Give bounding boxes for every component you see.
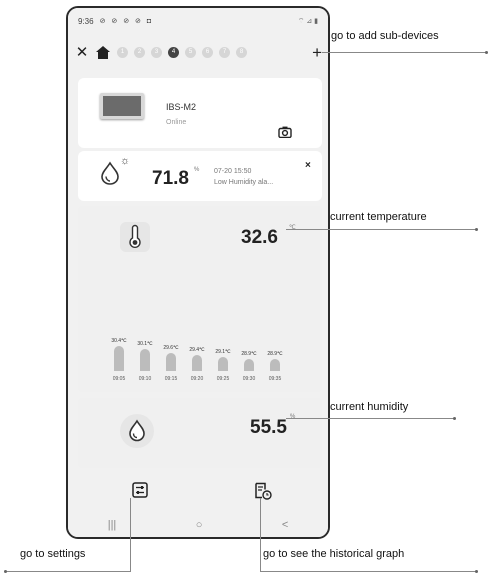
bar-time-label: 09:25 bbox=[216, 376, 230, 382]
device-tab-5[interactable]: 5 bbox=[185, 46, 196, 58]
humidity-drop-icon bbox=[100, 161, 120, 190]
temperature-bar-group: 28.9℃ 09:30 bbox=[236, 334, 262, 382]
temperature-bar-group: 28.9℃ 09:35 bbox=[262, 334, 288, 382]
camera-icon[interactable] bbox=[278, 125, 292, 143]
device-tab-1[interactable]: 1 bbox=[117, 46, 128, 58]
bar-time-label: 09:30 bbox=[242, 376, 256, 382]
device-name: IBS-M2 bbox=[166, 102, 197, 112]
phone-screen: 9:36 ⊘ ⊘ ⊘ ⊘ ◘ ⌔ ⊿ ▮ ✕ 12345678 + IBS-M2… bbox=[66, 6, 330, 539]
bar-value-label: 29.1℃ bbox=[215, 349, 231, 356]
temperature-card[interactable]: 32.6 ℃ 30.4℃ 09:05 30.1℃ 09:10 29.6℃ 09:15 29.… bbox=[78, 206, 322, 392]
leader-line bbox=[130, 498, 131, 571]
alert-unit: % bbox=[194, 167, 200, 173]
device-card[interactable]: IBS-M2 Online bbox=[78, 78, 322, 148]
notification-icons: ⊘ ⊘ ⊘ ⊘ ◘ bbox=[99, 18, 154, 25]
temperature-bar bbox=[140, 348, 150, 371]
device-tab-7[interactable]: 7 bbox=[219, 46, 230, 58]
bar-time-label: 09:20 bbox=[190, 376, 204, 382]
leader-end-dot bbox=[475, 570, 478, 573]
device-tab-8[interactable]: 8 bbox=[236, 46, 247, 58]
leader-line bbox=[286, 229, 476, 230]
bar-value-label: 29.4℃ bbox=[189, 346, 205, 353]
temperature-bar bbox=[218, 357, 228, 371]
close-icon[interactable]: ✕ bbox=[74, 43, 90, 61]
alert-value: 71.8 bbox=[152, 168, 189, 189]
temperature-bar-group: 29.4℃ 09:20 bbox=[184, 334, 210, 382]
device-tab-4[interactable]: 4 bbox=[168, 46, 179, 58]
alert-card[interactable]: ☼ 71.8 % 07-20 15:50 Low Humidity ala...… bbox=[78, 151, 322, 201]
bar-value-label: 28.9℃ bbox=[241, 351, 257, 357]
temperature-bar-group: 30.1℃ 09:10 bbox=[132, 334, 158, 382]
temperature-bar bbox=[270, 359, 280, 371]
temperature-bar bbox=[244, 359, 254, 371]
bar-value-label: 30.4℃ bbox=[111, 338, 127, 345]
status-bar: 9:36 ⊘ ⊘ ⊘ ⊘ ◘ ⌔ ⊿ ▮ bbox=[68, 8, 328, 34]
device-image bbox=[100, 93, 144, 119]
device-tab-6[interactable]: 6 bbox=[202, 46, 213, 58]
humidity-unit: % bbox=[290, 414, 296, 420]
temperature-bar bbox=[166, 353, 176, 371]
annotation-add-sub-devices: go to add sub-devices bbox=[331, 30, 439, 42]
alert-time: 07-20 15:50 bbox=[214, 168, 252, 175]
leader-line bbox=[260, 498, 261, 571]
history-graph-icon[interactable] bbox=[254, 482, 272, 505]
bar-time-label: 09:35 bbox=[268, 376, 282, 382]
dismiss-alert-button[interactable]: × bbox=[305, 160, 311, 171]
back-button[interactable]: < bbox=[282, 519, 288, 531]
leader-line bbox=[286, 418, 454, 419]
device-tab-3[interactable]: 3 bbox=[151, 46, 162, 58]
add-sub-device-button[interactable]: + bbox=[312, 44, 322, 61]
leader-line bbox=[322, 52, 486, 53]
current-humidity-value: 55.5 bbox=[250, 417, 287, 438]
temperature-bar-group: 29.1℃ 09:25 bbox=[210, 334, 236, 382]
bar-time-label: 09:10 bbox=[138, 376, 152, 382]
annotation-historical-graph: go to see the historical graph bbox=[263, 548, 405, 560]
temperature-bar-group: 30.4℃ 09:05 bbox=[106, 334, 132, 382]
temperature-bar bbox=[192, 354, 202, 371]
home-tab-icon[interactable] bbox=[96, 45, 110, 59]
alert-message: Low Humidity ala... bbox=[214, 179, 274, 186]
humidity-drop-icon bbox=[120, 414, 154, 448]
bar-time-label: 09:15 bbox=[164, 376, 178, 382]
device-tabs: 12345678 bbox=[117, 46, 247, 58]
annotation-settings: go to settings bbox=[20, 548, 86, 560]
leader-end-dot bbox=[475, 228, 478, 231]
recents-button[interactable]: ||| bbox=[108, 519, 117, 531]
status-time: 9:36 bbox=[78, 16, 94, 26]
leader-end-dot bbox=[453, 417, 456, 420]
bar-value-label: 30.1℃ bbox=[137, 340, 153, 347]
top-bar: ✕ 12345678 + bbox=[68, 38, 328, 66]
current-temperature-value: 32.6 bbox=[241, 227, 278, 248]
leader-end-dot bbox=[4, 570, 7, 573]
sun-icon: ☼ bbox=[120, 155, 131, 167]
leader-line bbox=[5, 571, 131, 572]
humidity-card[interactable]: 55.5 % bbox=[78, 398, 322, 468]
bar-time-label: 09:05 bbox=[112, 376, 126, 382]
temperature-bar-group: 29.6℃ 09:15 bbox=[158, 334, 184, 382]
device-status: Online bbox=[166, 119, 187, 126]
settings-icon[interactable] bbox=[132, 482, 148, 503]
annotation-current-humidity: current humidity bbox=[330, 401, 409, 413]
annotation-current-temperature: current temperature bbox=[330, 211, 427, 223]
leader-end-dot bbox=[485, 51, 488, 54]
android-navigation-bar: ||| ○ < bbox=[68, 510, 328, 537]
thermometer-icon bbox=[120, 222, 150, 252]
device-tab-2[interactable]: 2 bbox=[134, 46, 145, 58]
signal-battery-icons: ⌔ ⊿ ▮ bbox=[297, 17, 318, 25]
bar-value-label: 29.6℃ bbox=[163, 345, 179, 351]
leader-line bbox=[260, 571, 476, 572]
temperature-bar bbox=[114, 346, 124, 371]
bar-value-label: 28.9℃ bbox=[267, 351, 283, 357]
home-button[interactable]: ○ bbox=[196, 519, 203, 531]
